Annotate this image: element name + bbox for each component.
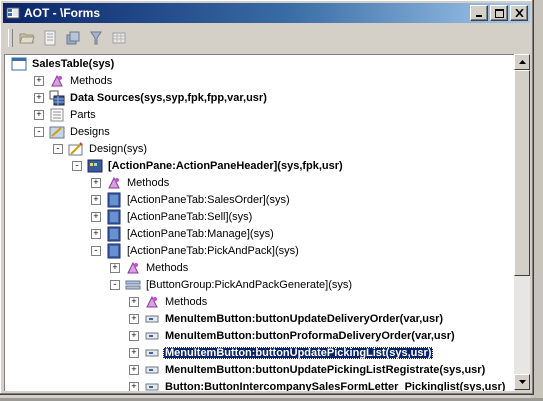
methods-icon: [49, 73, 65, 89]
tree-node-label: Designs: [70, 125, 110, 138]
tree-node[interactable]: [ActionPaneTab:Manage](sys): [106, 225, 276, 242]
tree-node[interactable]: Parts: [49, 106, 98, 123]
tree-node[interactable]: MenuItemButton:buttonUpdatePickingList(s…: [144, 344, 434, 361]
tree-node-label: [ButtonGroup:PickAndPackGenerate](sys): [146, 278, 353, 291]
collapse-icon[interactable]: -: [34, 127, 44, 137]
expand-icon[interactable]: +: [91, 212, 101, 222]
form-icon: [11, 56, 27, 72]
tree-node[interactable]: MenuItemButton:buttonUpdatePickingListRe…: [144, 361, 487, 378]
scroll-down-button[interactable]: [514, 374, 530, 390]
aot-toolbar: [8, 26, 148, 50]
tree-node-label: Data Sources(sys,syp,fpk,fpp,var,usr): [70, 91, 267, 104]
tree-node-label: [ActionPaneTab:Manage](sys): [127, 227, 274, 240]
collapse-icon[interactable]: -: [53, 144, 63, 154]
toolbar-grip[interactable]: [8, 29, 13, 47]
tree-node[interactable]: Methods: [144, 293, 209, 310]
scroll-up-button[interactable]: [514, 54, 530, 70]
expand-icon[interactable]: +: [91, 229, 101, 239]
expand-icon[interactable]: +: [91, 195, 101, 205]
tab-icon: [106, 243, 122, 259]
tree-node[interactable]: Designs: [49, 123, 112, 140]
tree-node-label: MenuItemButton:buttonUpdatePickingList(s…: [163, 346, 434, 359]
window-title: AOT - \Forms: [24, 6, 101, 20]
window-controls: [470, 5, 528, 21]
tree-node[interactable]: Button:ButtonIntercompanySalesFormLetter…: [144, 378, 507, 391]
menuitembutton-icon: [144, 311, 160, 327]
tab-icon: [106, 192, 122, 208]
menuitembutton-icon: [144, 362, 160, 378]
grid-icon[interactable]: [109, 28, 129, 48]
tree-node[interactable]: [ButtonGroup:PickAndPackGenerate](sys): [125, 276, 354, 293]
tree-node[interactable]: MenuItemButton:buttonUpdateDeliveryOrder…: [144, 310, 445, 327]
designs-icon: [49, 124, 65, 140]
tree-node[interactable]: [ActionPaneTab:Sell](sys): [106, 208, 254, 225]
maximize-button[interactable]: [490, 5, 508, 21]
vertical-scrollbar[interactable]: [514, 54, 530, 390]
tree-node-label: Parts: [70, 108, 96, 121]
tree-node[interactable]: Design(sys): [68, 140, 149, 157]
tree-node[interactable]: Methods: [125, 259, 190, 276]
close-button[interactable]: [510, 5, 528, 21]
tree-node-label: SalesTable(sys): [32, 57, 115, 70]
collapse-icon[interactable]: -: [110, 280, 120, 290]
compile-icon[interactable]: [63, 28, 83, 48]
tree-node[interactable]: [ActionPane:ActionPaneHeader](sys,fpk,us…: [87, 157, 345, 174]
expand-icon[interactable]: +: [129, 348, 139, 358]
collapse-icon[interactable]: -: [91, 246, 101, 256]
datasource-icon: [49, 90, 65, 106]
filter-icon[interactable]: [86, 28, 106, 48]
menuitembutton-icon: [144, 379, 160, 392]
methods-icon: [125, 260, 141, 276]
tree-node-label: Button:ButtonIntercompanySalesFormLetter…: [165, 380, 506, 392]
tree-node[interactable]: SalesTable(sys): [11, 55, 116, 72]
tree-node-label: Methods: [70, 74, 113, 87]
tree-node[interactable]: MenuItemButton:buttonProformaDeliveryOrd…: [144, 327, 457, 344]
tree-node[interactable]: [ActionPaneTab:SalesOrder](sys): [106, 191, 292, 208]
tree-node-label: Design(sys): [89, 142, 148, 155]
expand-icon[interactable]: +: [129, 331, 139, 341]
tree-node-label: [ActionPaneTab:PickAndPack](sys): [127, 244, 299, 257]
expand-icon[interactable]: +: [34, 93, 44, 103]
tree-node[interactable]: Methods: [49, 72, 114, 89]
aot-window: AOT - \Forms SalesTable(sys) + Methods +…: [0, 0, 534, 395]
expand-icon[interactable]: +: [129, 314, 139, 324]
title-bar[interactable]: AOT - \Forms: [3, 3, 530, 23]
tree-node-label: [ActionPaneTab:Sell](sys): [127, 210, 253, 223]
buttongroup-icon: [125, 277, 141, 293]
tree-node-label: MenuItemButton:buttonUpdateDeliveryOrder…: [165, 312, 444, 325]
expand-icon[interactable]: +: [34, 76, 44, 86]
tree-node-label: Methods: [127, 176, 170, 189]
properties-icon[interactable]: [40, 28, 60, 48]
aot-tree-view[interactable]: SalesTable(sys) + Methods + Data Sources(sys…: [4, 54, 515, 391]
aot-icon: [6, 6, 20, 20]
menuitembutton-icon: [144, 345, 160, 361]
expand-icon[interactable]: +: [91, 178, 101, 188]
tab-icon: [106, 209, 122, 225]
tree-node[interactable]: Methods: [106, 174, 171, 191]
tree-node-label: [ActionPaneTab:SalesOrder](sys): [127, 193, 290, 206]
tree-node-label: [ActionPane:ActionPaneHeader](sys,fpk,us…: [108, 159, 343, 172]
minimize-button[interactable]: [470, 5, 488, 21]
collapse-icon[interactable]: -: [72, 161, 82, 171]
tree-node[interactable]: [ActionPaneTab:PickAndPack](sys): [106, 242, 301, 259]
tree-node-label: MenuItemButton:buttonUpdatePickingListRe…: [165, 363, 486, 376]
open-icon[interactable]: [17, 28, 37, 48]
scroll-thumb[interactable]: [514, 70, 530, 276]
actionpane-icon: [87, 158, 103, 174]
expand-icon[interactable]: +: [110, 263, 120, 273]
tree-node[interactable]: Data Sources(sys,syp,fpk,fpp,var,usr): [49, 89, 269, 106]
tree-node-label: Methods: [165, 295, 208, 308]
design-icon: [68, 141, 84, 157]
parts-icon: [49, 107, 65, 123]
tree-node-label: Methods: [146, 261, 189, 274]
methods-icon: [106, 175, 122, 191]
tree-node-label: MenuItemButton:buttonProformaDeliveryOrd…: [165, 329, 455, 342]
tab-icon: [106, 226, 122, 242]
expand-icon[interactable]: +: [129, 382, 139, 391]
menuitembutton-icon: [144, 328, 160, 344]
expand-icon[interactable]: +: [129, 365, 139, 375]
expand-icon[interactable]: +: [129, 297, 139, 307]
expand-icon[interactable]: +: [34, 110, 44, 120]
methods-icon: [144, 294, 160, 310]
